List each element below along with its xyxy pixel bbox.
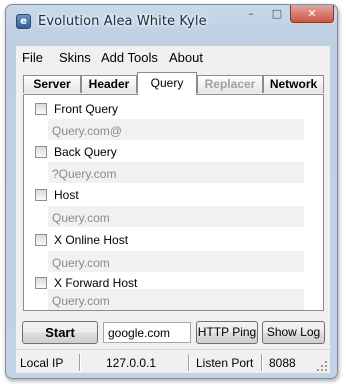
host-input[interactable]: Query.com xyxy=(48,206,304,227)
tab-network[interactable]: Network xyxy=(263,75,324,93)
front-query-input[interactable]: Query.com@ xyxy=(48,119,304,140)
tab-strip: Server Header Query Replacer Network xyxy=(16,72,330,95)
menu-add-tools[interactable]: Add Tools xyxy=(101,50,158,65)
ping-host-input[interactable]: google.com xyxy=(103,322,191,343)
app-window: e Evolution Alea White Kyle – □ ✕ File S… xyxy=(5,4,338,379)
query-panel: Front Query Query.com@ Back Query ?Query… xyxy=(23,94,324,311)
menu-skins[interactable]: Skins xyxy=(59,50,91,65)
x-forward-host-label: X Forward Host xyxy=(54,276,138,290)
close-button[interactable]: ✕ xyxy=(290,5,334,23)
menu-about[interactable]: About xyxy=(169,50,203,65)
status-bar: Local IP 127.0.0.1 Listen Port 8088 xyxy=(16,349,330,373)
status-separator xyxy=(79,354,81,371)
start-button[interactable]: Start xyxy=(22,321,98,344)
client-area: File Skins Add Tools About Server Header… xyxy=(16,46,330,373)
host-label: Host xyxy=(54,188,79,202)
resize-grip-icon[interactable] xyxy=(317,361,327,371)
app-icon[interactable]: e xyxy=(16,14,31,29)
title-bar[interactable]: e Evolution Alea White Kyle – □ ✕ xyxy=(6,5,337,41)
status-separator xyxy=(188,354,190,371)
x-forward-host-checkbox[interactable] xyxy=(35,277,47,289)
x-online-host-label: X Online Host xyxy=(54,233,129,247)
maximize-button[interactable]: □ xyxy=(264,5,290,23)
tab-query[interactable]: Query xyxy=(137,72,197,95)
back-query-checkbox[interactable] xyxy=(35,146,47,158)
menu-bar: File Skins Add Tools About xyxy=(16,46,330,68)
local-ip-label: Local IP xyxy=(20,356,64,370)
menu-file[interactable]: File xyxy=(22,50,43,65)
tab-header[interactable]: Header xyxy=(81,75,137,93)
x-online-host-input[interactable]: Query.com xyxy=(48,251,304,272)
status-separator xyxy=(261,354,263,371)
front-query-checkbox[interactable] xyxy=(35,103,47,115)
http-ping-button[interactable]: HTTP Ping xyxy=(196,321,258,344)
back-query-input[interactable]: ?Query.com xyxy=(48,162,304,183)
back-query-label: Back Query xyxy=(54,145,117,159)
show-log-button[interactable]: Show Log xyxy=(262,321,325,344)
tab-replacer: Replacer xyxy=(197,75,263,93)
host-checkbox[interactable] xyxy=(35,189,47,201)
tab-server[interactable]: Server xyxy=(23,75,81,93)
x-forward-host-input[interactable]: Query.com xyxy=(48,289,304,310)
front-query-label: Front Query xyxy=(54,102,119,116)
minimize-button[interactable]: – xyxy=(238,5,264,23)
x-online-host-checkbox[interactable] xyxy=(35,234,47,246)
listen-port-label: Listen Port xyxy=(196,356,254,370)
window-title: Evolution Alea White Kyle xyxy=(38,14,207,29)
listen-port-value: 8088 xyxy=(269,356,296,370)
action-row: Start google.com HTTP Ping Show Log xyxy=(16,319,330,345)
local-ip-value: 127.0.0.1 xyxy=(106,356,157,370)
